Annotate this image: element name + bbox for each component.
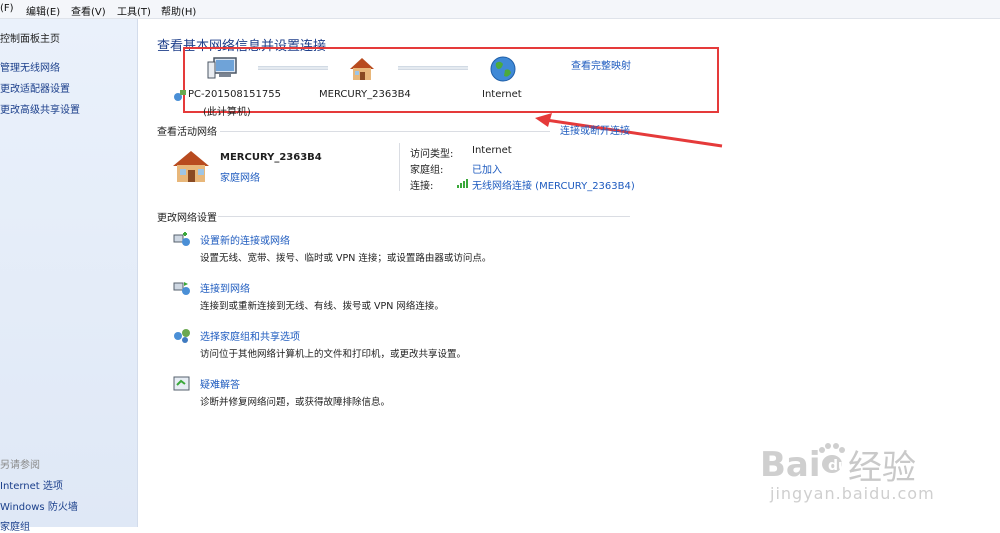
sidebar: 控制面板主页 管理无线网络 更改适配器设置 更改高级共享设置 另请参阅 Inte… bbox=[0, 19, 138, 533]
task-desc: 诊断并修复网络问题，或获得故障排除信息。 bbox=[200, 397, 391, 408]
connect-network-icon bbox=[173, 282, 190, 295]
troubleshoot-icon bbox=[173, 376, 190, 391]
watermark-text: 经验 bbox=[848, 448, 916, 488]
network-type-link[interactable]: 家庭网络 bbox=[220, 169, 260, 184]
network-map-highlight bbox=[183, 47, 719, 113]
sidebar-item-advanced-sharing[interactable]: 更改高级共享设置 bbox=[0, 101, 80, 116]
full-map-link[interactable]: 查看完整映射 bbox=[571, 57, 631, 72]
connect-disconnect-link[interactable]: 连接或断开连接 bbox=[560, 122, 630, 137]
access-type-value: Internet bbox=[472, 145, 512, 156]
task-desc: 连接到或重新连接到无线、有线、拨号或 VPN 网络连接。 bbox=[200, 301, 444, 312]
task-troubleshoot[interactable]: 疑难解答 bbox=[200, 376, 240, 391]
sidebar-item-homegroup[interactable]: 家庭组 bbox=[0, 518, 30, 533]
homegroup-label: 家庭组: bbox=[410, 165, 444, 176]
router-name: MERCURY_2363B4 bbox=[319, 89, 411, 100]
sidebar-item-internet-options[interactable]: Internet 选项 bbox=[0, 477, 63, 492]
computer-name: PC-201508151755 bbox=[188, 89, 281, 100]
svg-text:Bai: Bai bbox=[760, 445, 821, 484]
wifi-signal-icon bbox=[457, 179, 468, 188]
homegroup-value-link[interactable]: 已加入 bbox=[472, 161, 502, 176]
section-divider bbox=[220, 131, 550, 132]
change-settings-header: 更改网络设置 bbox=[157, 213, 217, 224]
home-network-icon bbox=[173, 151, 209, 182]
sidebar-item-firewall[interactable]: Windows 防火墙 bbox=[0, 498, 78, 513]
watermark-url: jingyan.baidu.com bbox=[770, 484, 935, 503]
menu-view[interactable]: 查看(V) bbox=[71, 3, 106, 18]
sidebar-item-control-panel-home[interactable]: 控制面板主页 bbox=[0, 30, 60, 45]
network-icon bbox=[174, 90, 186, 101]
connection-link[interactable]: 无线网络连接 (MERCURY_2363B4) bbox=[472, 177, 635, 192]
internet-label: Internet bbox=[482, 89, 522, 100]
access-type-label: 访问类型: bbox=[410, 149, 454, 160]
task-desc: 设置无线、宽带、拨号、临时或 VPN 连接；或设置路由器或访问点。 bbox=[200, 253, 492, 264]
task-connect-network[interactable]: 连接到网络 bbox=[200, 280, 250, 295]
see-also-heading: 另请参阅 bbox=[0, 460, 40, 471]
task-new-connection[interactable]: 设置新的连接或网络 bbox=[200, 232, 290, 247]
menu-edit[interactable]: 编辑(E) bbox=[26, 3, 60, 18]
menu-help[interactable]: 帮助(H) bbox=[161, 3, 196, 18]
active-network-name: MERCURY_2363B4 bbox=[220, 152, 322, 163]
task-desc: 访问位于其他网络计算机上的文件和打印机，或更改共享设置。 bbox=[200, 349, 467, 360]
active-networks-header: 查看活动网络 bbox=[157, 127, 217, 138]
connections-label: 连接: bbox=[410, 181, 434, 192]
menu-tools[interactable]: 工具(T) bbox=[117, 3, 151, 18]
menu-bar: (F) 编辑(E) 查看(V) 工具(T) 帮助(H) bbox=[0, 0, 1000, 19]
vertical-divider bbox=[399, 143, 400, 191]
homegroup-sharing-icon bbox=[174, 329, 190, 343]
new-connection-icon bbox=[173, 232, 190, 246]
menu-file[interactable]: (F) bbox=[0, 3, 14, 14]
svg-text:du: du bbox=[828, 458, 848, 474]
sidebar-item-manage-wireless[interactable]: 管理无线网络 bbox=[0, 59, 60, 74]
section-divider bbox=[218, 216, 630, 217]
computer-subtitle: (此计算机) bbox=[203, 107, 251, 118]
sidebar-item-adapter-settings[interactable]: 更改适配器设置 bbox=[0, 80, 70, 95]
task-homegroup-sharing[interactable]: 选择家庭组和共享选项 bbox=[200, 328, 300, 343]
baidu-logo-icon: Bai du bbox=[760, 443, 848, 484]
